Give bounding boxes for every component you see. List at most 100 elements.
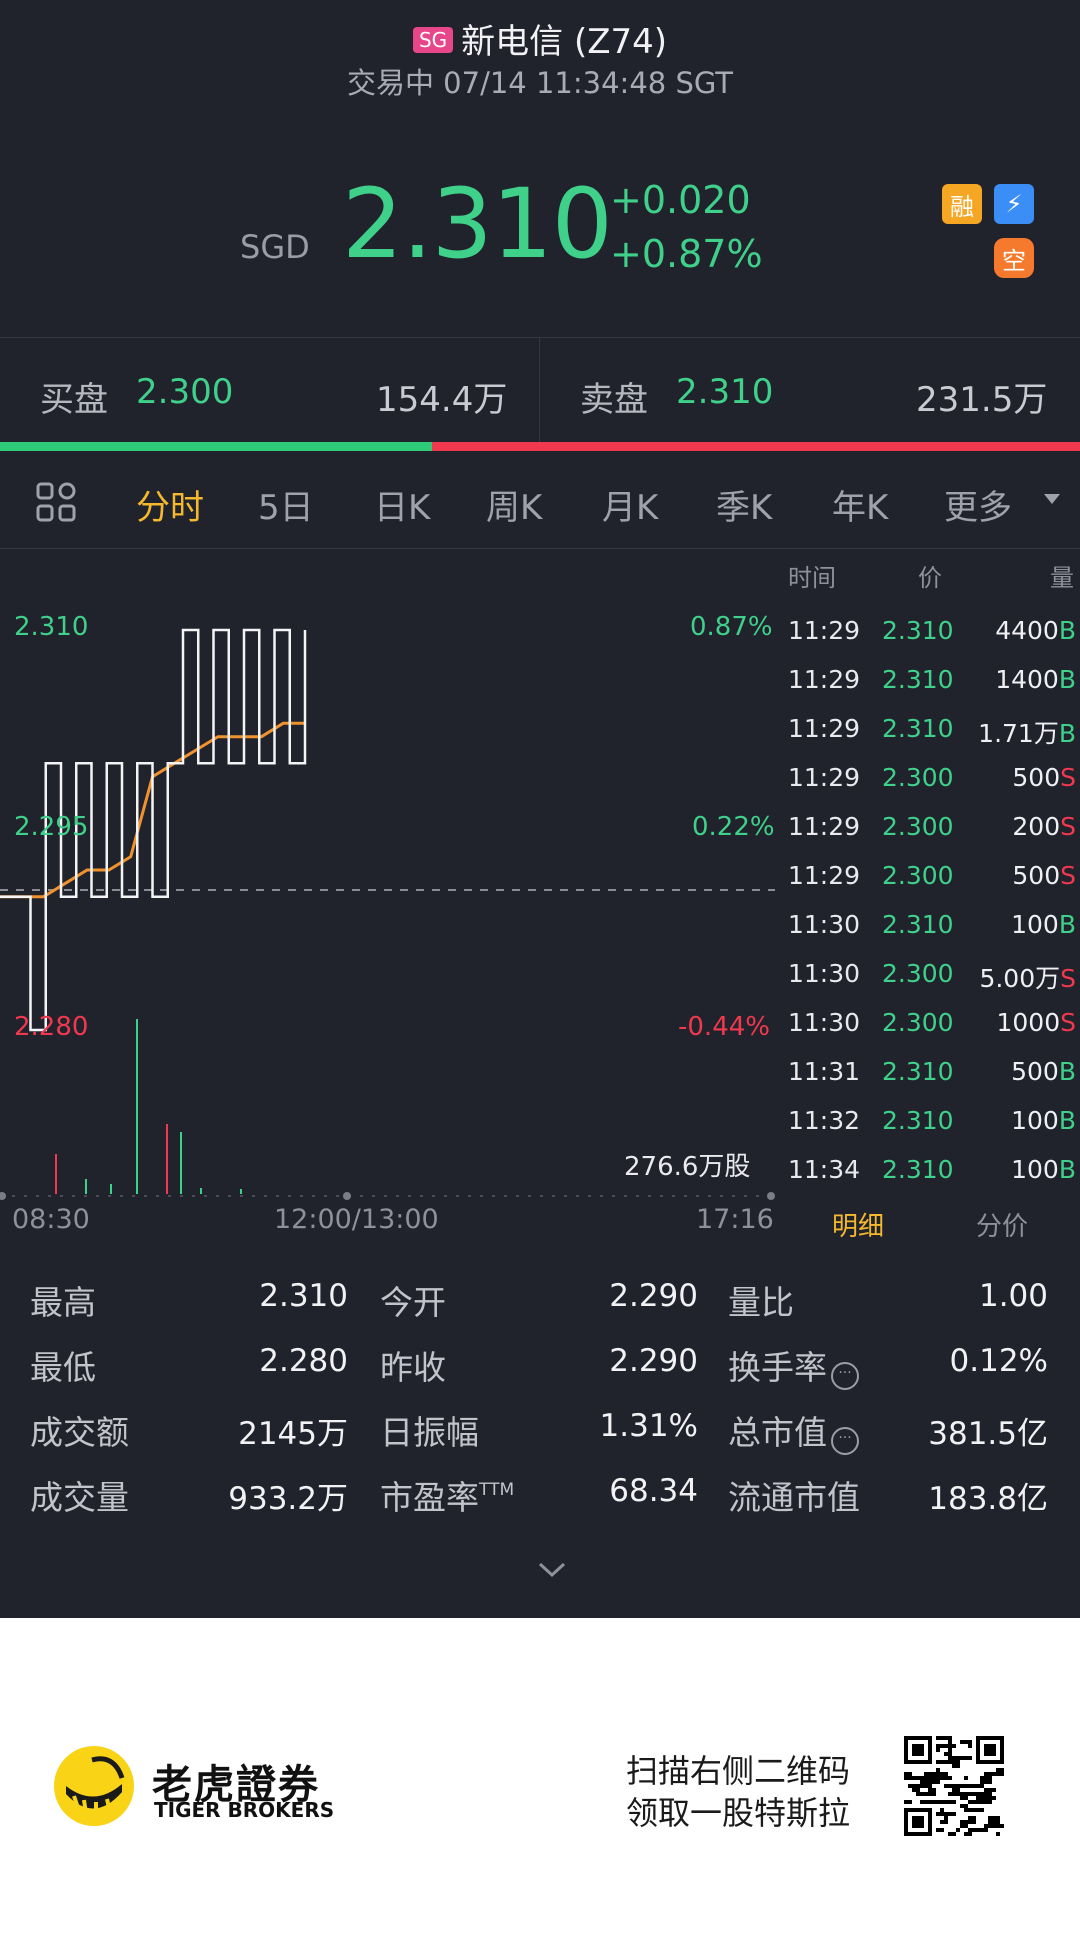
- x-axis-dot: [343, 1192, 351, 1200]
- tick-time: 11:30: [788, 1008, 861, 1037]
- tick-time: 11:29: [788, 665, 861, 694]
- tick-time: 11:34: [788, 1155, 861, 1184]
- tab-quarterly-k[interactable]: 季K: [716, 480, 772, 529]
- tick-row: 11:30 2.300 5.00万S: [786, 959, 1080, 1008]
- short-tag-icon[interactable]: 空: [994, 238, 1034, 278]
- ask-label: 卖盘: [580, 380, 648, 420]
- tick-volume: 200S: [1012, 812, 1076, 841]
- stat-label: 量比: [728, 1283, 794, 1322]
- tick-side: B: [1058, 719, 1076, 748]
- x-axis-dot: [0, 1192, 6, 1200]
- stock-name: 新电信 (Z74): [461, 22, 668, 62]
- tick-volume: 500S: [1012, 861, 1076, 890]
- volume-total-label: 276.6万股: [624, 1152, 751, 1182]
- tick-time: 11:32: [788, 1106, 861, 1135]
- page-title: SG 新电信 (Z74): [0, 14, 1080, 63]
- lightning-tag-icon[interactable]: ⚡: [994, 184, 1034, 224]
- tick-row: 11:31 2.310 500B: [786, 1057, 1080, 1106]
- tick-volume: 100B: [1011, 910, 1076, 939]
- tick-volume: 1.71万B: [978, 719, 1076, 748]
- volume-bar: [85, 1179, 87, 1194]
- tick-row: 11:34 2.310 100B: [786, 1155, 1080, 1204]
- tab-intraday[interactable]: 分时: [136, 480, 204, 529]
- stat-label: 昨收: [380, 1348, 446, 1387]
- margin-tag-icon[interactable]: 融: [942, 184, 982, 224]
- volume-bar: [180, 1132, 182, 1194]
- tick-row: 11:30 2.300 1000S: [786, 1008, 1080, 1057]
- bid-ask-divider: [539, 338, 540, 442]
- y-label-low: 2.280: [14, 1012, 89, 1042]
- stat-value: 2.280: [259, 1343, 348, 1379]
- stat-value: 0.12%: [949, 1343, 1048, 1379]
- brand-name-en: TIGER BROKERS: [154, 1798, 335, 1822]
- divider: [0, 337, 1080, 338]
- volume-bar: [166, 1124, 168, 1194]
- y-label-high: 2.310: [14, 612, 89, 642]
- ask-strength-bar: [432, 442, 1080, 451]
- tick-time: 11:29: [788, 812, 861, 841]
- volume-bars: [55, 1019, 242, 1194]
- tick-price: 2.310: [882, 1106, 954, 1135]
- stat-label: 日振幅: [380, 1413, 479, 1452]
- stat-label: 市盈率TTM: [380, 1478, 515, 1517]
- tick-price: 2.300: [882, 959, 954, 988]
- ticks-header-time: 时间: [788, 564, 836, 592]
- tick-side: S: [1060, 1008, 1076, 1037]
- stat-label: 最高: [30, 1283, 96, 1322]
- stat-label: 流通市值: [728, 1478, 860, 1517]
- tab-price-distribution[interactable]: 分价: [976, 1206, 1028, 1243]
- tick-time: 11:30: [788, 910, 861, 939]
- tick-row: 11:29 2.300 500S: [786, 861, 1080, 910]
- tick-volume: 500S: [1012, 763, 1076, 792]
- tick-side: S: [1060, 763, 1076, 792]
- promo-line-1: 扫描右侧二维码: [626, 1752, 851, 1790]
- tick-side: B: [1058, 665, 1076, 694]
- tick-price: 2.310: [882, 1057, 954, 1086]
- intraday-chart[interactable]: [0, 600, 780, 1200]
- stat-value: 1.31%: [599, 1408, 698, 1444]
- info-icon[interactable]: ···: [831, 1362, 859, 1390]
- tick-price: 2.300: [882, 1008, 954, 1037]
- tab-monthly-k[interactable]: 月K: [602, 480, 658, 529]
- tick-price: 2.300: [882, 861, 954, 890]
- tick-price: 2.310: [882, 714, 954, 743]
- stat-value: 68.34: [609, 1473, 698, 1509]
- divider: [0, 548, 1080, 549]
- tab-ticks-detail[interactable]: 明细: [832, 1206, 884, 1243]
- market-badge: SG: [412, 27, 454, 53]
- last-price: 2.310: [342, 168, 613, 280]
- volume-bar: [55, 1154, 57, 1194]
- x-label-close: 17:16: [696, 1204, 774, 1235]
- chevron-down-icon[interactable]: [1044, 494, 1060, 504]
- ticks-header-price: 价: [918, 564, 942, 592]
- x-label-break: 12:00/13:00: [274, 1204, 439, 1235]
- volume-bar: [136, 1019, 138, 1194]
- stat-value: 2145万: [238, 1416, 348, 1452]
- tick-row: 11:29 2.310 4400B: [786, 616, 1080, 665]
- grid-icon[interactable]: [36, 482, 76, 522]
- tick-price: 2.310: [882, 616, 954, 645]
- tick-side: B: [1058, 910, 1076, 939]
- stat-value: 2.290: [609, 1278, 698, 1314]
- tab-5day[interactable]: 5日: [258, 480, 314, 529]
- stat-value: 933.2万: [228, 1481, 348, 1517]
- tick-row: 11:29 2.310 1.71万B: [786, 714, 1080, 763]
- info-icon[interactable]: ···: [831, 1427, 859, 1455]
- bid-label: 买盘: [40, 380, 108, 420]
- bid-volume: 154.4万: [376, 380, 508, 420]
- tab-yearly-k[interactable]: 年K: [832, 480, 888, 529]
- promo-line-2: 领取一股特斯拉: [626, 1794, 851, 1832]
- pct-label-mid: 0.22%: [692, 812, 775, 842]
- qr-code: [904, 1736, 1004, 1836]
- price-change-pct: +0.87%: [610, 232, 763, 276]
- x-label-open: 08:30: [12, 1204, 90, 1235]
- tick-side: S: [1060, 964, 1076, 993]
- ticks-header-volume: 量: [1050, 564, 1074, 592]
- tab-more[interactable]: 更多: [944, 480, 1012, 529]
- tab-daily-k[interactable]: 日K: [374, 480, 430, 529]
- tab-weekly-k[interactable]: 周K: [486, 480, 542, 529]
- chevron-down-icon[interactable]: [536, 1560, 568, 1580]
- stat-value: 2.310: [259, 1278, 348, 1314]
- y-label-mid: 2.295: [14, 812, 89, 842]
- currency-label: SGD: [240, 228, 310, 266]
